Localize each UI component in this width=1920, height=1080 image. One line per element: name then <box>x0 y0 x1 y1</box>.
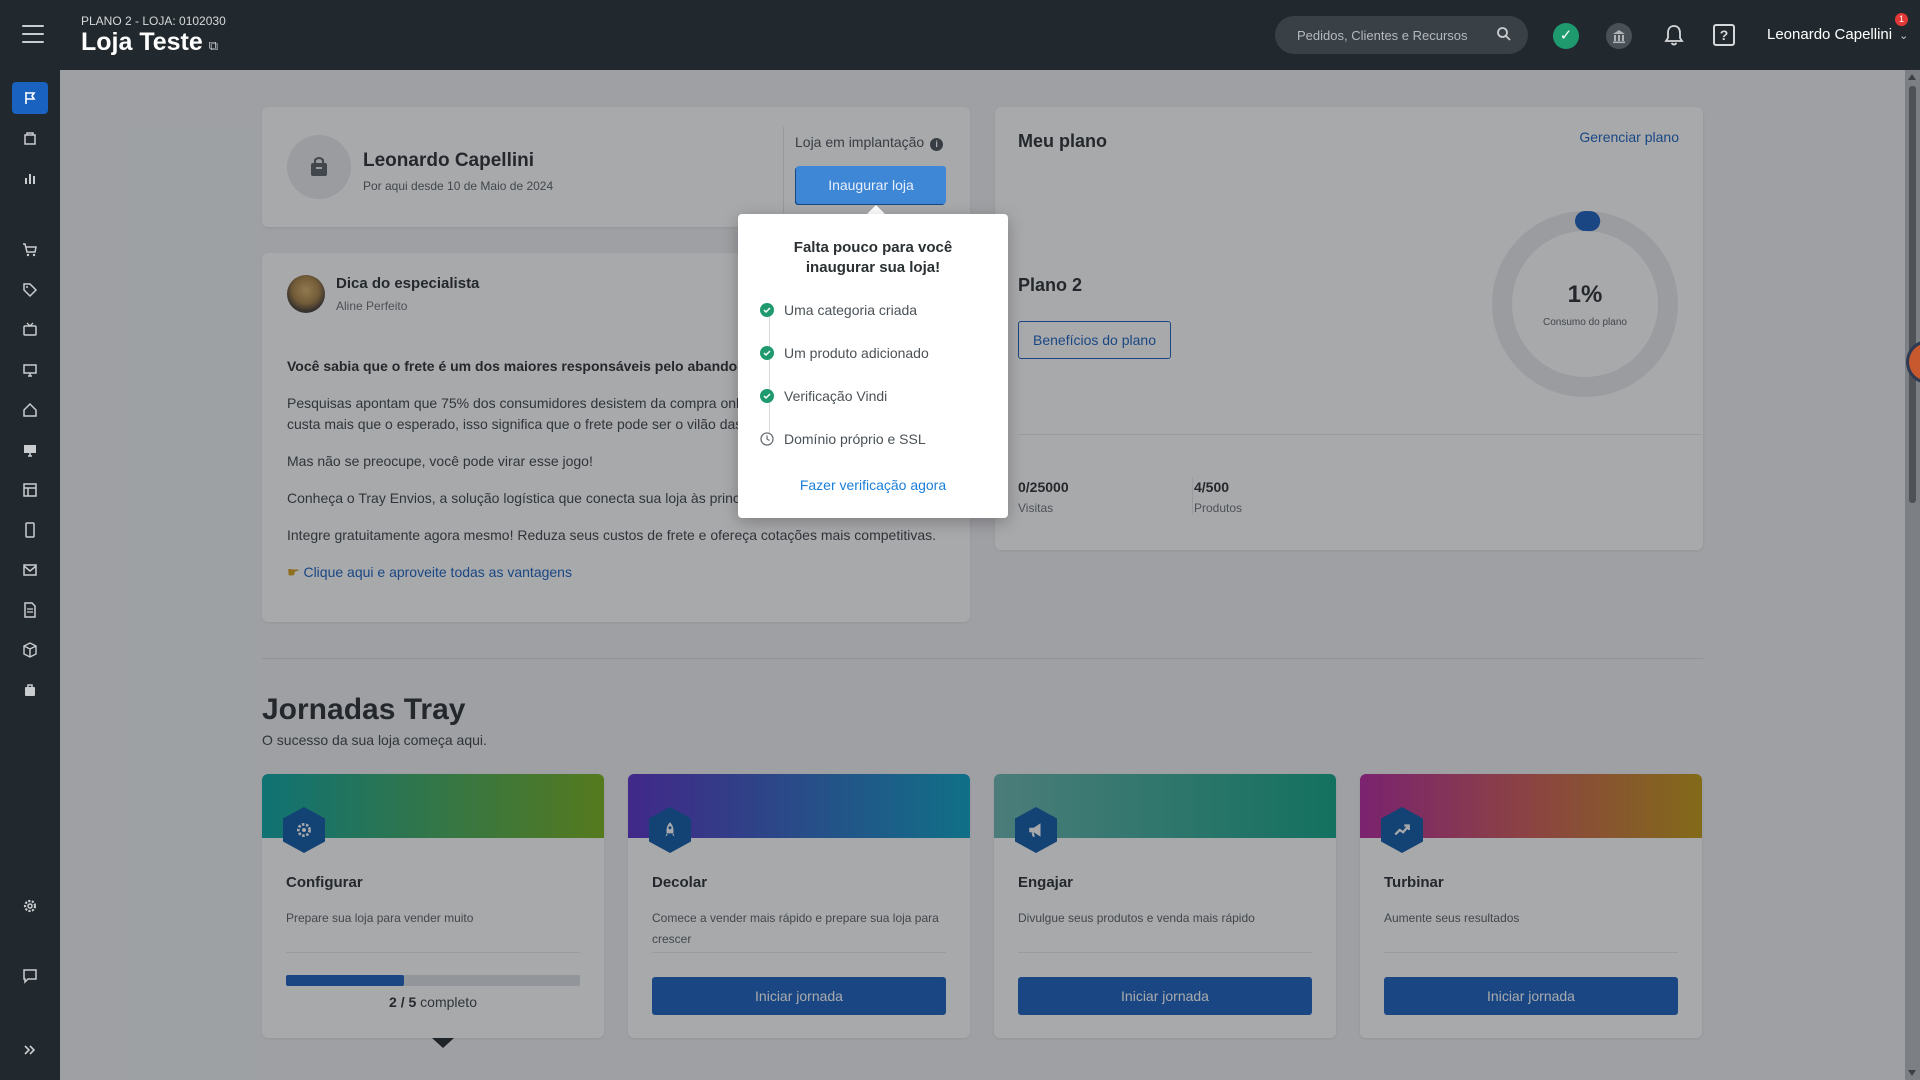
double-chevron-right-icon <box>24 1045 36 1055</box>
bell-icon[interactable] <box>1663 23 1685 47</box>
sidebar-item-reports[interactable] <box>12 162 48 194</box>
checklist-step-label: Domínio próprio e SSL <box>784 431 926 447</box>
checklist-step: Verificação Vindi <box>760 388 887 404</box>
search-icon[interactable] <box>1496 26 1512 42</box>
user-name: Leonardo Capellini <box>1767 26 1893 43</box>
check-circle-icon <box>760 346 774 360</box>
sidebar-item-marketplace[interactable] <box>12 314 48 346</box>
checklist-step: Um produto adicionado <box>760 345 929 361</box>
popover-title: Falta pouco para você inaugurar sua loja… <box>793 239 953 276</box>
search-input[interactable]: Pedidos, Clientes e Recursos <box>1275 16 1528 54</box>
document-icon <box>24 602 36 618</box>
gear-icon <box>23 899 37 913</box>
sidebar-item-tray[interactable] <box>12 674 48 706</box>
display-icon <box>24 445 36 457</box>
sidebar-item-mobile[interactable] <box>12 514 48 546</box>
mail-icon <box>23 564 37 576</box>
sidebar <box>0 70 60 1080</box>
sidebar-item-orders[interactable] <box>12 234 48 266</box>
notification-badge: 1 <box>1895 13 1908 26</box>
verify-now-link[interactable]: Fazer verificação agora <box>738 477 1008 493</box>
clock-icon <box>760 432 774 446</box>
box-icon <box>23 642 37 658</box>
inaugurate-button-highlight[interactable]: Inaugurar loja <box>796 166 946 204</box>
mobile-icon <box>25 522 35 538</box>
house-icon <box>23 402 37 417</box>
tv-icon <box>23 322 37 336</box>
search-placeholder: Pedidos, Clientes e Recursos <box>1297 28 1468 43</box>
sidebar-item-store[interactable] <box>12 122 48 154</box>
sidebar-expand[interactable] <box>12 1034 48 1066</box>
feedback-icon <box>23 969 37 984</box>
sidebar-item-settings[interactable] <box>12 890 48 922</box>
chevron-down-icon: ⌄ <box>1899 30 1909 42</box>
sidebar-item-channels[interactable] <box>12 354 48 386</box>
inaugurate-checklist-popover: Falta pouco para você inaugurar sua loja… <box>738 214 1008 518</box>
bank-icon[interactable] <box>1606 23 1632 49</box>
check-circle-icon <box>760 303 774 317</box>
plan-store-id: PLANO 2 - LOJA: 0102030 <box>81 14 226 28</box>
monitor-icon <box>23 364 37 377</box>
bag-icon <box>25 684 35 696</box>
store-name[interactable]: Loja Teste ⧉ <box>81 28 218 57</box>
checklist-step-label: Um produto adicionado <box>784 345 929 361</box>
bar-chart-icon <box>25 174 35 184</box>
checklist-step: Domínio próprio e SSL <box>760 431 926 447</box>
checklist-step: Uma categoria criada <box>760 302 917 318</box>
sidebar-item-feedback[interactable] <box>12 960 48 992</box>
layout-icon <box>23 483 37 497</box>
help-icon[interactable]: ? <box>1713 24 1735 46</box>
menu-icon[interactable] <box>22 25 44 43</box>
sidebar-item-email[interactable] <box>12 554 48 586</box>
sidebar-item-storefront[interactable] <box>12 394 48 426</box>
checklist-step-label: Uma categoria criada <box>784 302 918 318</box>
sidebar-item-pages[interactable] <box>12 474 48 506</box>
check-circle-icon <box>760 389 774 403</box>
tag-icon <box>23 283 38 298</box>
sidebar-item-apps[interactable] <box>12 634 48 666</box>
external-link-icon[interactable]: ⧉ <box>209 38 218 53</box>
top-bar: PLANO 2 - LOJA: 0102030 Loja Teste ⧉ Pedi… <box>0 0 1920 70</box>
flag-icon <box>25 92 36 104</box>
checklist-step-label: Verificação Vindi <box>784 388 888 404</box>
cart-icon <box>23 243 37 257</box>
checklist-line <box>769 314 770 444</box>
user-menu[interactable]: Leonardo Capellini ⌄ <box>1767 26 1908 43</box>
store-name-text: Loja Teste <box>81 28 203 56</box>
check-status-icon[interactable]: ✓ <box>1553 23 1579 49</box>
sidebar-item-layout[interactable] <box>12 434 48 466</box>
store-icon <box>24 132 36 145</box>
sidebar-item-products[interactable] <box>12 274 48 306</box>
sidebar-item-home[interactable] <box>12 82 48 114</box>
sidebar-item-documents[interactable] <box>12 594 48 626</box>
